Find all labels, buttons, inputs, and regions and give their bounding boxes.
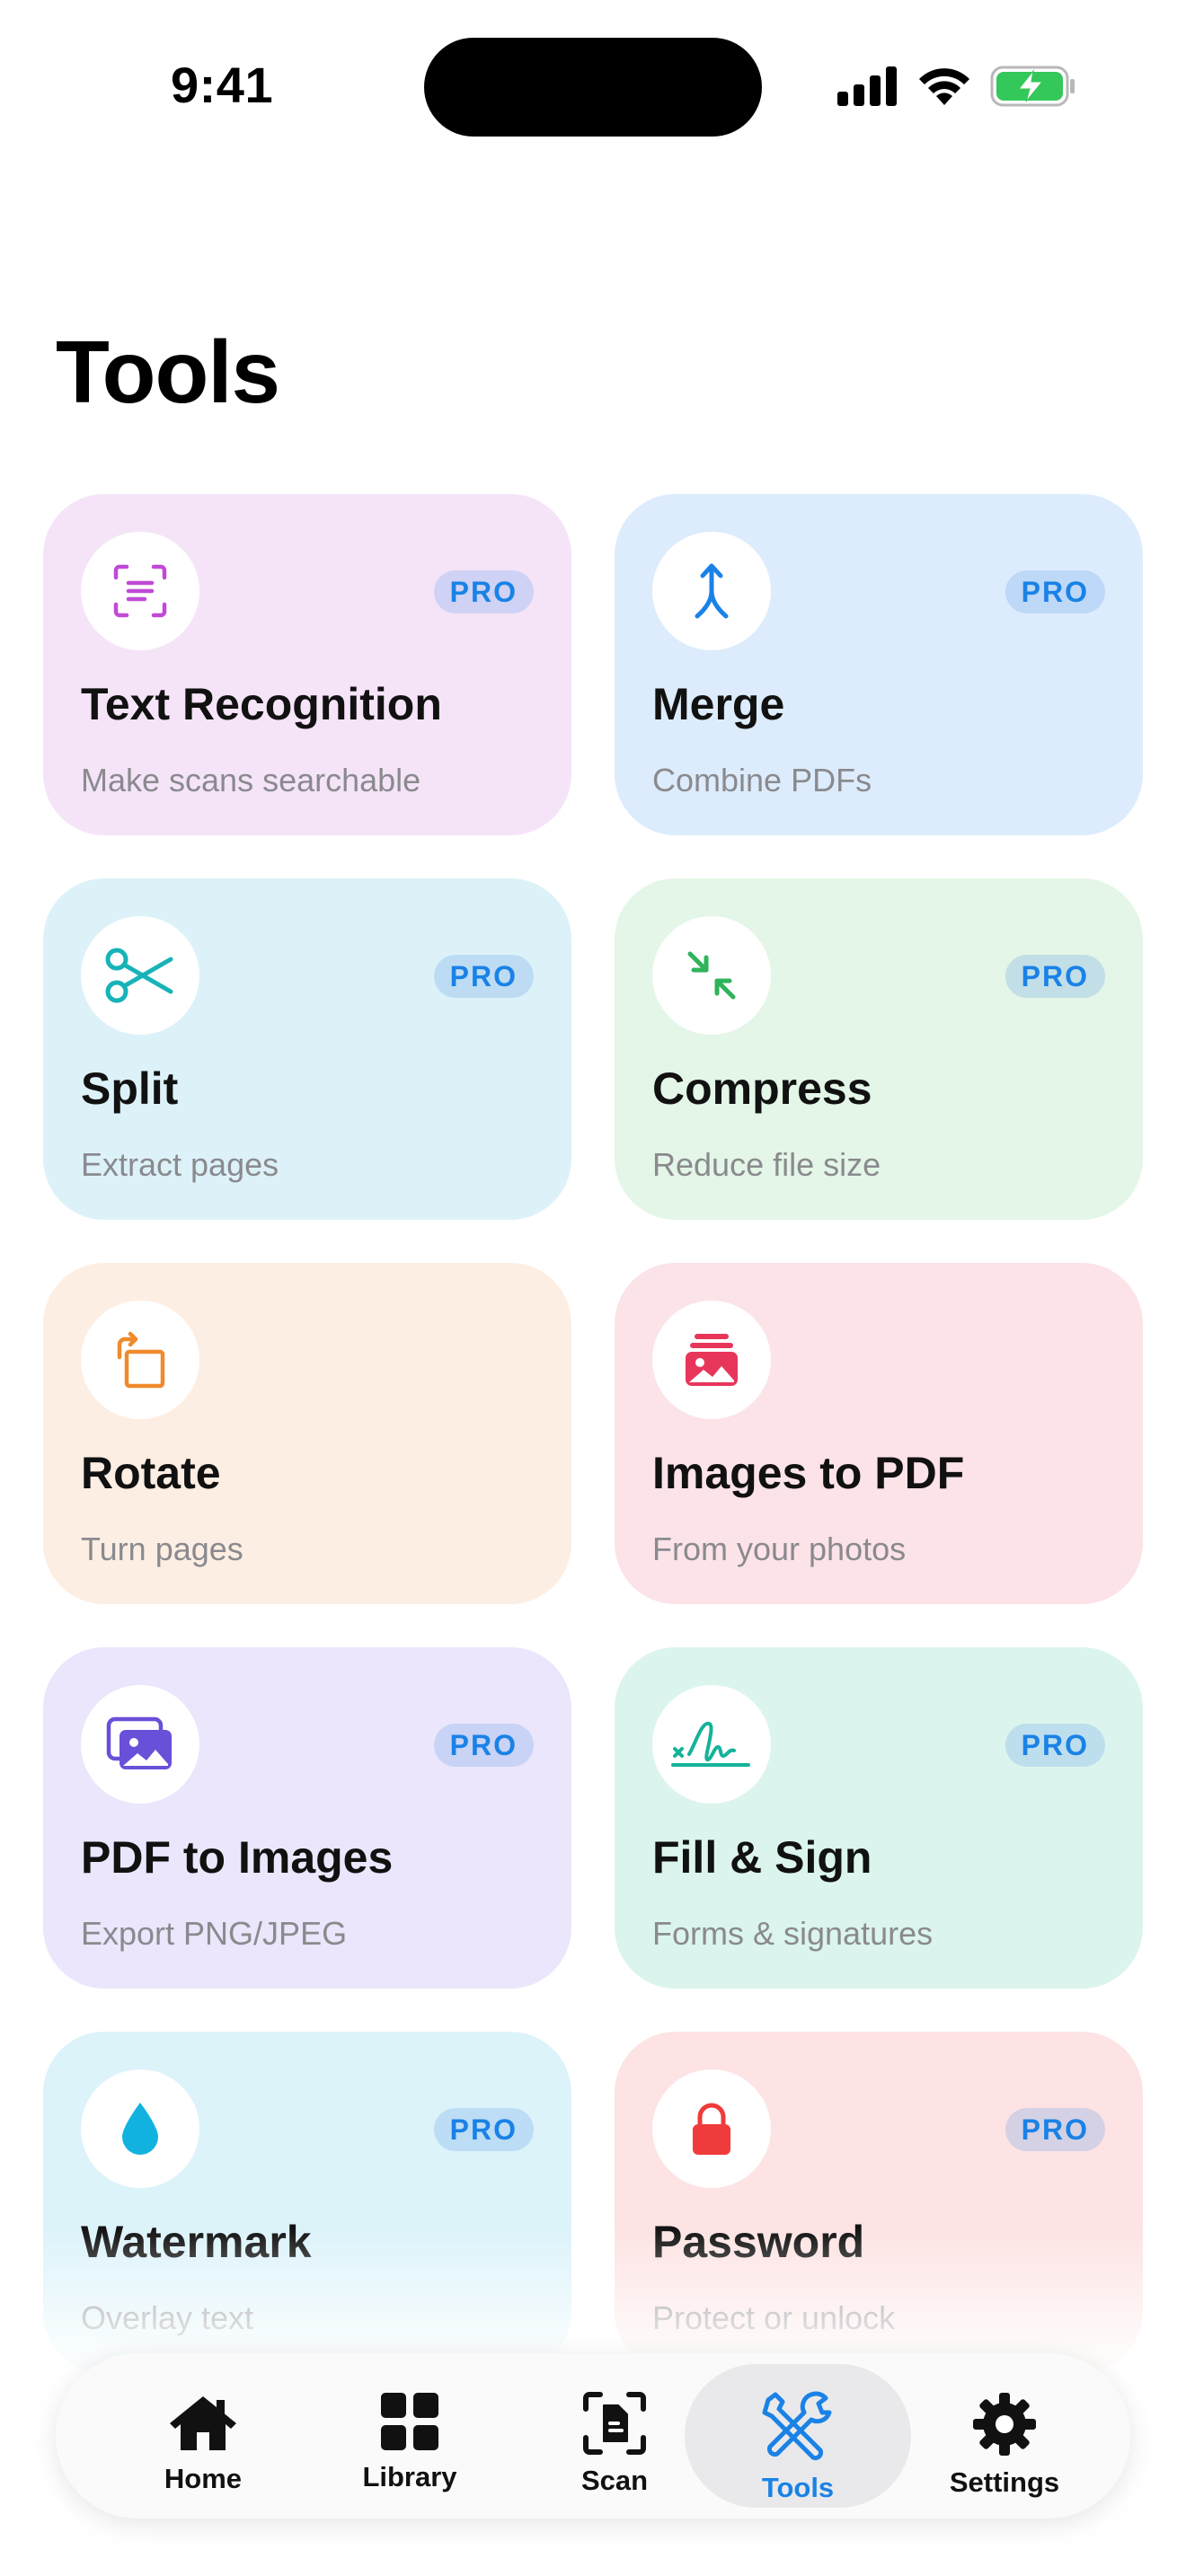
tab-label: Library (362, 2461, 457, 2492)
icon-circle (652, 916, 771, 1035)
grid-icon (381, 2393, 438, 2450)
card-subtitle: Extract pages (81, 1146, 279, 1183)
icon-circle (81, 2069, 199, 2188)
card-title: Watermark (81, 2217, 312, 2267)
card-subtitle: Protect or unlock (652, 2299, 896, 2336)
icon-circle (652, 532, 771, 650)
tool-card-compress[interactable]: PRO Compress Reduce file size (615, 878, 1143, 1220)
pro-badge: PRO (433, 1724, 534, 1767)
tab-bar: Home Library Scan Tools Settings (56, 2353, 1130, 2519)
drop-icon (122, 2103, 158, 2155)
card-title: Text Recognition (81, 679, 442, 729)
text-recognition-icon (113, 564, 167, 618)
card-subtitle: Overlay text (81, 2299, 254, 2336)
tab-label: Scan (580, 2465, 649, 2496)
tool-card-pdf-to-images[interactable]: PRO PDF to Images Export PNG/JPEG (43, 1647, 571, 1989)
card-title: Fill & Sign (652, 1832, 872, 1883)
battery-charging-icon (990, 66, 1075, 107)
card-subtitle: From your photos (652, 1531, 907, 1567)
pro-badge: PRO (1005, 1724, 1105, 1767)
status-icons (837, 61, 1076, 111)
card-title: PDF to Images (81, 1832, 394, 1883)
wifi-icon (919, 68, 969, 105)
icon-circle (81, 1301, 199, 1419)
icon-circle (81, 532, 199, 650)
card-subtitle: Export PNG/JPEG (81, 1915, 348, 1952)
card-title: Merge (652, 679, 785, 729)
scan-document-icon (583, 2392, 646, 2455)
status-time: 9:41 (171, 57, 274, 113)
tab-label: Settings (949, 2466, 1060, 2498)
card-subtitle: Turn pages (81, 1531, 243, 1567)
card-subtitle: Make scans searchable (81, 762, 421, 798)
card-title: Split (81, 1063, 179, 1114)
signal-icon (837, 66, 897, 106)
tool-card-images-to-pdf[interactable]: Images to PDF From your photos (615, 1263, 1143, 1604)
dynamic-island (424, 38, 762, 137)
tool-card-password[interactable]: PRO Password Protect or unlock (615, 2032, 1143, 2373)
icon-circle (652, 2069, 771, 2188)
icon-circle (652, 1685, 771, 1804)
page-title: Tools (56, 322, 280, 421)
rotate-icon (117, 1331, 165, 1389)
tool-card-watermark[interactable]: PRO Watermark Overlay text (43, 2032, 571, 2373)
icon-circle (81, 1685, 199, 1804)
photo-stack-icon (686, 1334, 738, 1386)
pro-badge: PRO (433, 570, 534, 613)
pro-badge: PRO (1005, 570, 1105, 613)
tools-icon (762, 2391, 832, 2461)
pro-badge: PRO (433, 2108, 534, 2151)
lock-icon (693, 2103, 730, 2155)
status-bar: 9:41 (0, 0, 1186, 171)
pro-badge: PRO (433, 955, 534, 998)
photos-icon (106, 1716, 172, 1769)
tool-card-split[interactable]: PRO Split Extract pages (43, 878, 571, 1220)
tab-label: Home (164, 2463, 243, 2494)
tab-tools[interactable]: Tools (685, 2364, 911, 2508)
pro-badge: PRO (1005, 2108, 1105, 2151)
pro-badge: PRO (1005, 955, 1105, 998)
tab-library[interactable]: Library (307, 2364, 512, 2508)
tab-home[interactable]: Home (101, 2364, 305, 2508)
merge-icon (695, 563, 729, 619)
card-title: Rotate (81, 1448, 221, 1498)
tab-label: Tools (761, 2472, 835, 2503)
tool-card-rotate[interactable]: Rotate Turn pages (43, 1263, 571, 1604)
card-subtitle: Reduce file size (652, 1146, 881, 1183)
house-icon (170, 2396, 236, 2450)
compress-icon (687, 951, 736, 1000)
scissors-icon (105, 948, 173, 1003)
tab-settings[interactable]: Settings (902, 2364, 1107, 2508)
tool-card-fill-sign[interactable]: PRO Fill & Sign Forms & signatures (615, 1647, 1143, 1989)
card-title: Password (652, 2217, 865, 2267)
icon-circle (652, 1301, 771, 1419)
card-title: Images to PDF (652, 1448, 965, 1498)
icon-circle (81, 916, 199, 1035)
card-subtitle: Combine PDFs (652, 762, 872, 798)
signature-icon (671, 1722, 750, 1767)
card-title: Compress (652, 1063, 872, 1114)
tool-card-text-recognition[interactable]: PRO Text Recognition Make scans searchab… (43, 494, 571, 835)
card-subtitle: Forms & signatures (652, 1915, 934, 1952)
tool-card-merge[interactable]: PRO Merge Combine PDFs (615, 494, 1143, 835)
gear-icon (973, 2393, 1036, 2456)
